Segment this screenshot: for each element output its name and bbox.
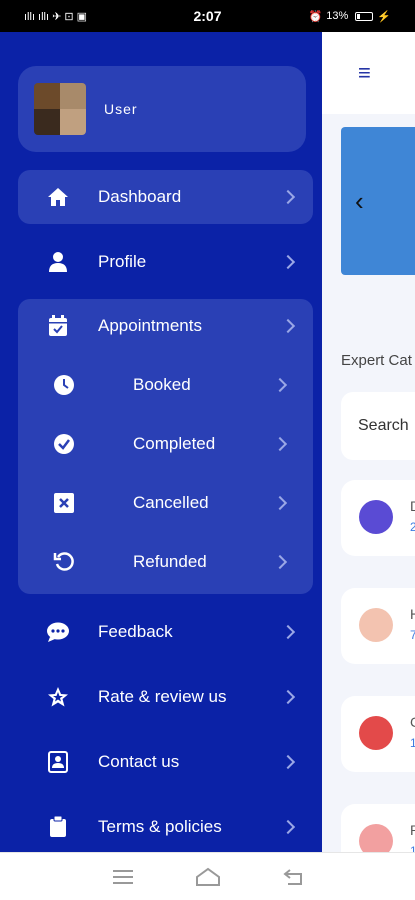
menu-item-profile[interactable]: Profile	[18, 235, 313, 289]
menu-item-dashboard[interactable]: Dashboard	[18, 170, 313, 224]
submenu-item-label: Booked	[133, 375, 191, 394]
submenu-item-refunded[interactable]: Refunded	[18, 535, 313, 589]
menu-item-label: Dashboard	[98, 187, 182, 206]
category-card[interactable]: H 7	[341, 588, 415, 664]
banner-carousel[interactable]: ‹	[341, 127, 415, 275]
chevron-right-icon	[280, 754, 296, 770]
category-count: 7	[410, 628, 415, 642]
status-time: 2:07	[193, 8, 222, 24]
menu-item-label: Feedback	[98, 622, 173, 641]
back-nav-icon[interactable]	[279, 865, 307, 889]
chevron-right-icon	[280, 689, 296, 705]
status-bar: ıllı ıllı ✈ ⊡ ▣ 2:07 ⏰ 13% ⚡	[0, 0, 415, 32]
dental-icon	[359, 500, 393, 534]
chevron-right-icon	[280, 189, 296, 205]
chevron-right-icon	[272, 377, 288, 393]
virus-icon	[359, 716, 393, 750]
category-card[interactable]: P 1	[341, 804, 415, 852]
menu-item-label: Contact us	[98, 752, 180, 771]
user-card[interactable]: User	[18, 66, 306, 152]
signal-indicators: ıllı ıllı ✈ ⊡ ▣	[24, 10, 88, 23]
category-title: H	[410, 606, 415, 622]
section-title: Expert Cat	[341, 352, 412, 369]
avatar	[34, 83, 86, 135]
category-count: 1	[410, 844, 415, 852]
star-icon	[46, 685, 70, 709]
clipboard-icon	[46, 815, 70, 839]
category-title: D	[410, 498, 415, 514]
menu-item-rate-review[interactable]: Rate & review us	[18, 670, 313, 724]
category-count: 2	[410, 520, 415, 534]
system-nav-bar	[0, 852, 415, 900]
person-icon	[46, 250, 70, 274]
submenu-item-cancelled[interactable]: Cancelled	[18, 476, 313, 530]
alarm-icon: ⏰	[308, 10, 323, 23]
menu-item-label: Terms & policies	[98, 817, 222, 836]
category-count: 1	[410, 736, 415, 750]
appointments-group: Appointments Booked Completed Cancelled	[18, 299, 313, 594]
clock-icon	[52, 373, 76, 397]
battery-percent: 13%	[326, 10, 349, 22]
category-card[interactable]: C 1	[341, 696, 415, 772]
status-right: ⏰ 13% ⚡	[309, 10, 391, 23]
home-nav-icon[interactable]	[194, 865, 222, 889]
category-title: C	[410, 714, 415, 730]
chat-icon	[46, 620, 70, 644]
hair-icon	[359, 608, 393, 642]
menu-item-feedback[interactable]: Feedback	[18, 605, 313, 659]
menu-item-contact-us[interactable]: Contact us	[18, 735, 313, 789]
app-content: ≡ ‹ Expert Cat Search D 2 H 7 C 1 P 1	[322, 32, 415, 852]
chevron-right-icon	[280, 254, 296, 270]
chevron-right-icon	[280, 819, 296, 835]
battery-icon	[355, 11, 374, 21]
charging-icon: ⚡	[377, 10, 391, 23]
menu-item-terms-policies[interactable]: Terms & policies	[18, 800, 313, 852]
cancel-icon	[52, 491, 76, 515]
submenu-item-completed[interactable]: Completed	[18, 417, 313, 471]
calendar-icon	[46, 314, 70, 338]
category-title: P	[410, 822, 415, 838]
menu-item-label: Profile	[98, 252, 147, 271]
check-circle-icon	[52, 432, 76, 456]
submenu-item-booked[interactable]: Booked	[18, 358, 313, 412]
app-header: ≡	[322, 32, 415, 114]
chevron-right-icon	[280, 318, 296, 334]
menu-item-label: Appointments	[98, 316, 202, 335]
menu-item-appointments[interactable]: Appointments	[18, 299, 313, 353]
contact-icon	[46, 750, 70, 774]
hamburger-menu-icon[interactable]: ≡	[358, 60, 371, 86]
submenu-item-label: Refunded	[133, 552, 207, 571]
submenu-item-label: Completed	[133, 434, 216, 453]
chevron-right-icon	[272, 554, 288, 570]
menu-item-label: Rate & review us	[98, 687, 227, 706]
category-card[interactable]: D 2	[341, 480, 415, 556]
physio-icon	[359, 824, 393, 852]
submenu-item-label: Cancelled	[133, 493, 209, 512]
banner-prev-icon[interactable]: ‹	[355, 186, 364, 217]
search-input[interactable]: Search	[341, 392, 415, 460]
user-name: User	[104, 101, 138, 117]
refund-icon	[52, 550, 76, 574]
recent-apps-icon[interactable]	[109, 865, 137, 889]
chevron-right-icon	[272, 436, 288, 452]
chevron-right-icon	[272, 495, 288, 511]
navigation-drawer: User Dashboard Profile Appointments Book…	[0, 32, 322, 852]
home-icon	[46, 185, 70, 209]
chevron-right-icon	[280, 624, 296, 640]
